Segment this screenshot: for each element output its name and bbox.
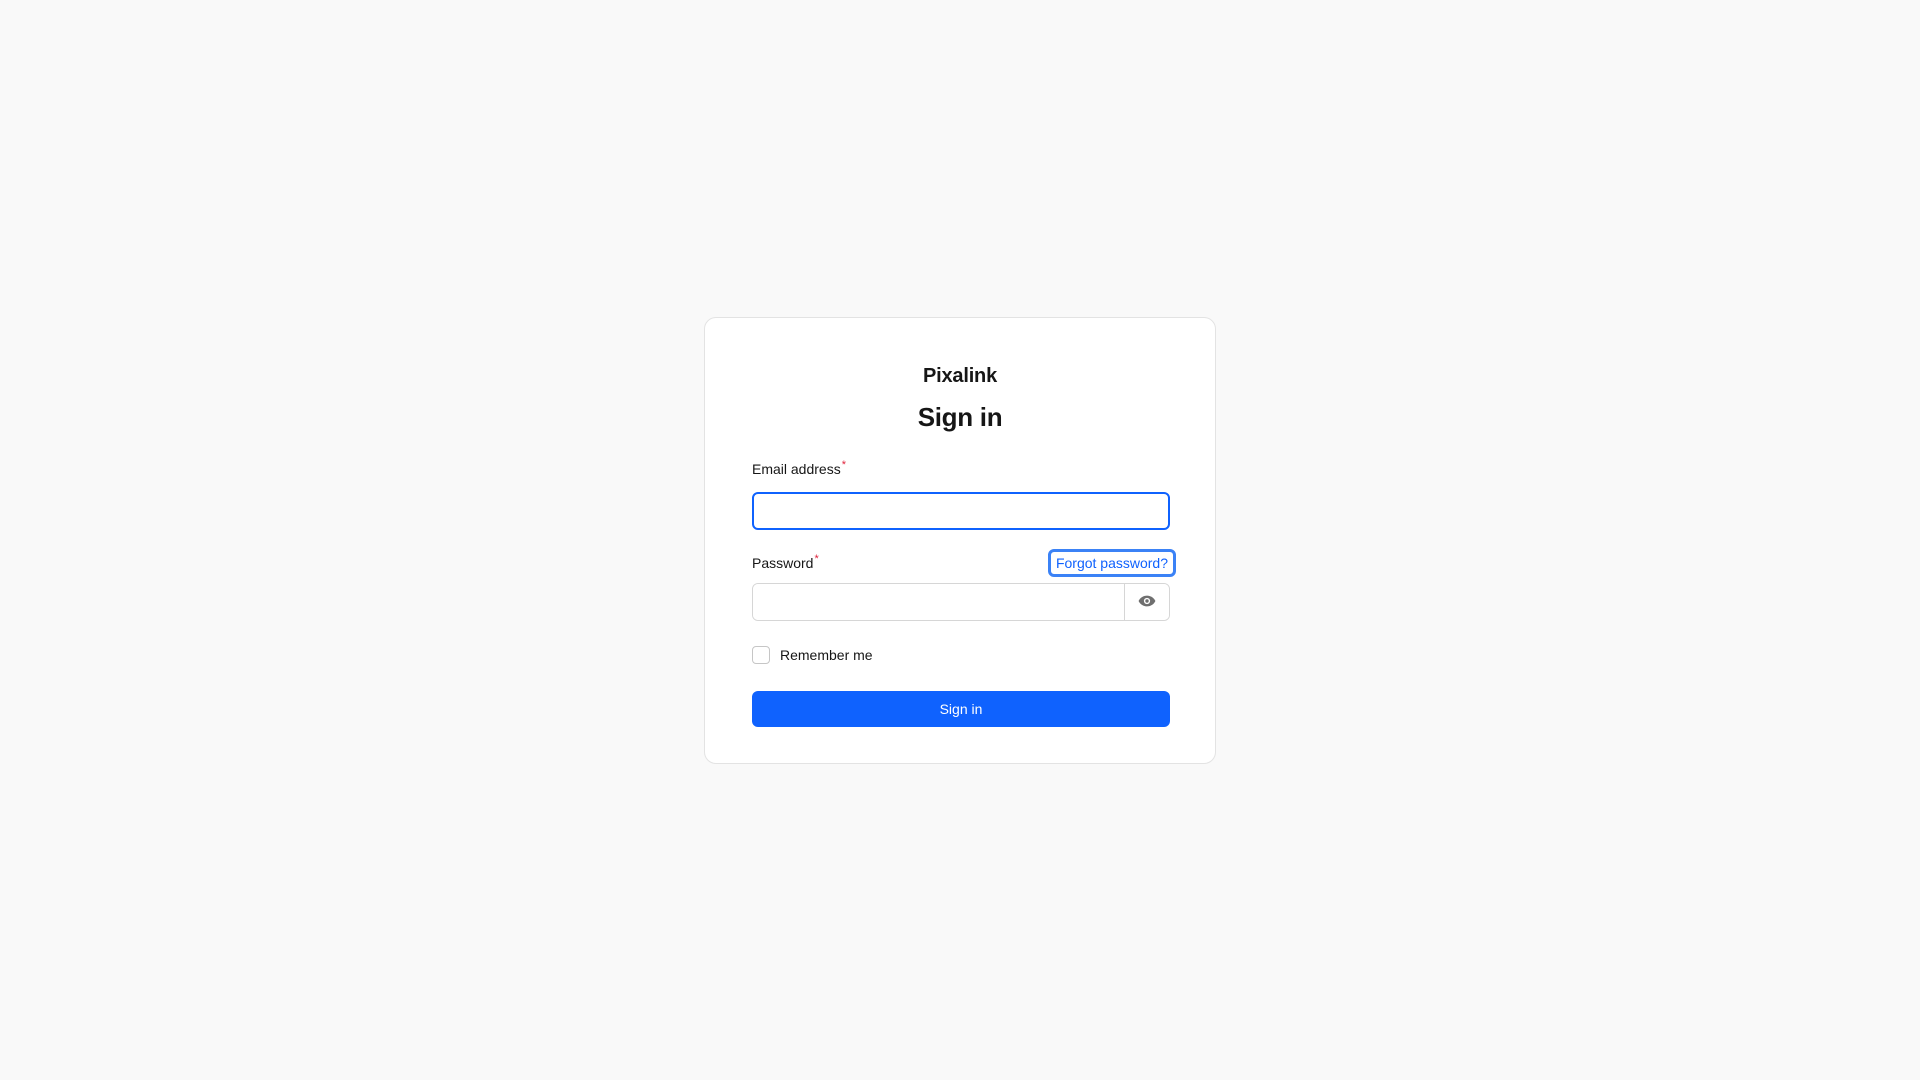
page-title: Sign in [917, 402, 1003, 432]
email-input[interactable] [752, 492, 1170, 530]
eye-icon [1138, 595, 1156, 610]
password-input[interactable] [753, 584, 1124, 620]
email-label: Email address* [752, 460, 846, 478]
remember-me-label[interactable]: Remember me [780, 647, 873, 663]
password-label: Password* [752, 554, 819, 572]
forgot-password-link[interactable]: Forgot password? [1047, 549, 1176, 577]
password-required-mark: * [814, 553, 819, 566]
sign-in-button[interactable]: Sign in [752, 691, 1170, 727]
toggle-password-visibility-button[interactable] [1124, 584, 1169, 620]
password-label-row: Password* Forgot password? [752, 549, 1176, 577]
email-required-mark: * [841, 459, 846, 472]
remember-me-row: Remember me [752, 645, 1168, 665]
password-input-group [752, 583, 1170, 621]
password-label-text: Password [752, 555, 814, 571]
email-label-text: Email address [752, 461, 841, 477]
email-field-group: Email address* [752, 458, 1170, 530]
brand-logo-text: Pixalink [923, 365, 997, 387]
email-label-row: Email address* [752, 458, 1168, 480]
sign-in-card: Pixalink Sign in Email address* Password… [704, 317, 1216, 764]
remember-me-checkbox[interactable] [752, 646, 770, 664]
password-field-group: Password* Forgot password? [752, 549, 1176, 621]
